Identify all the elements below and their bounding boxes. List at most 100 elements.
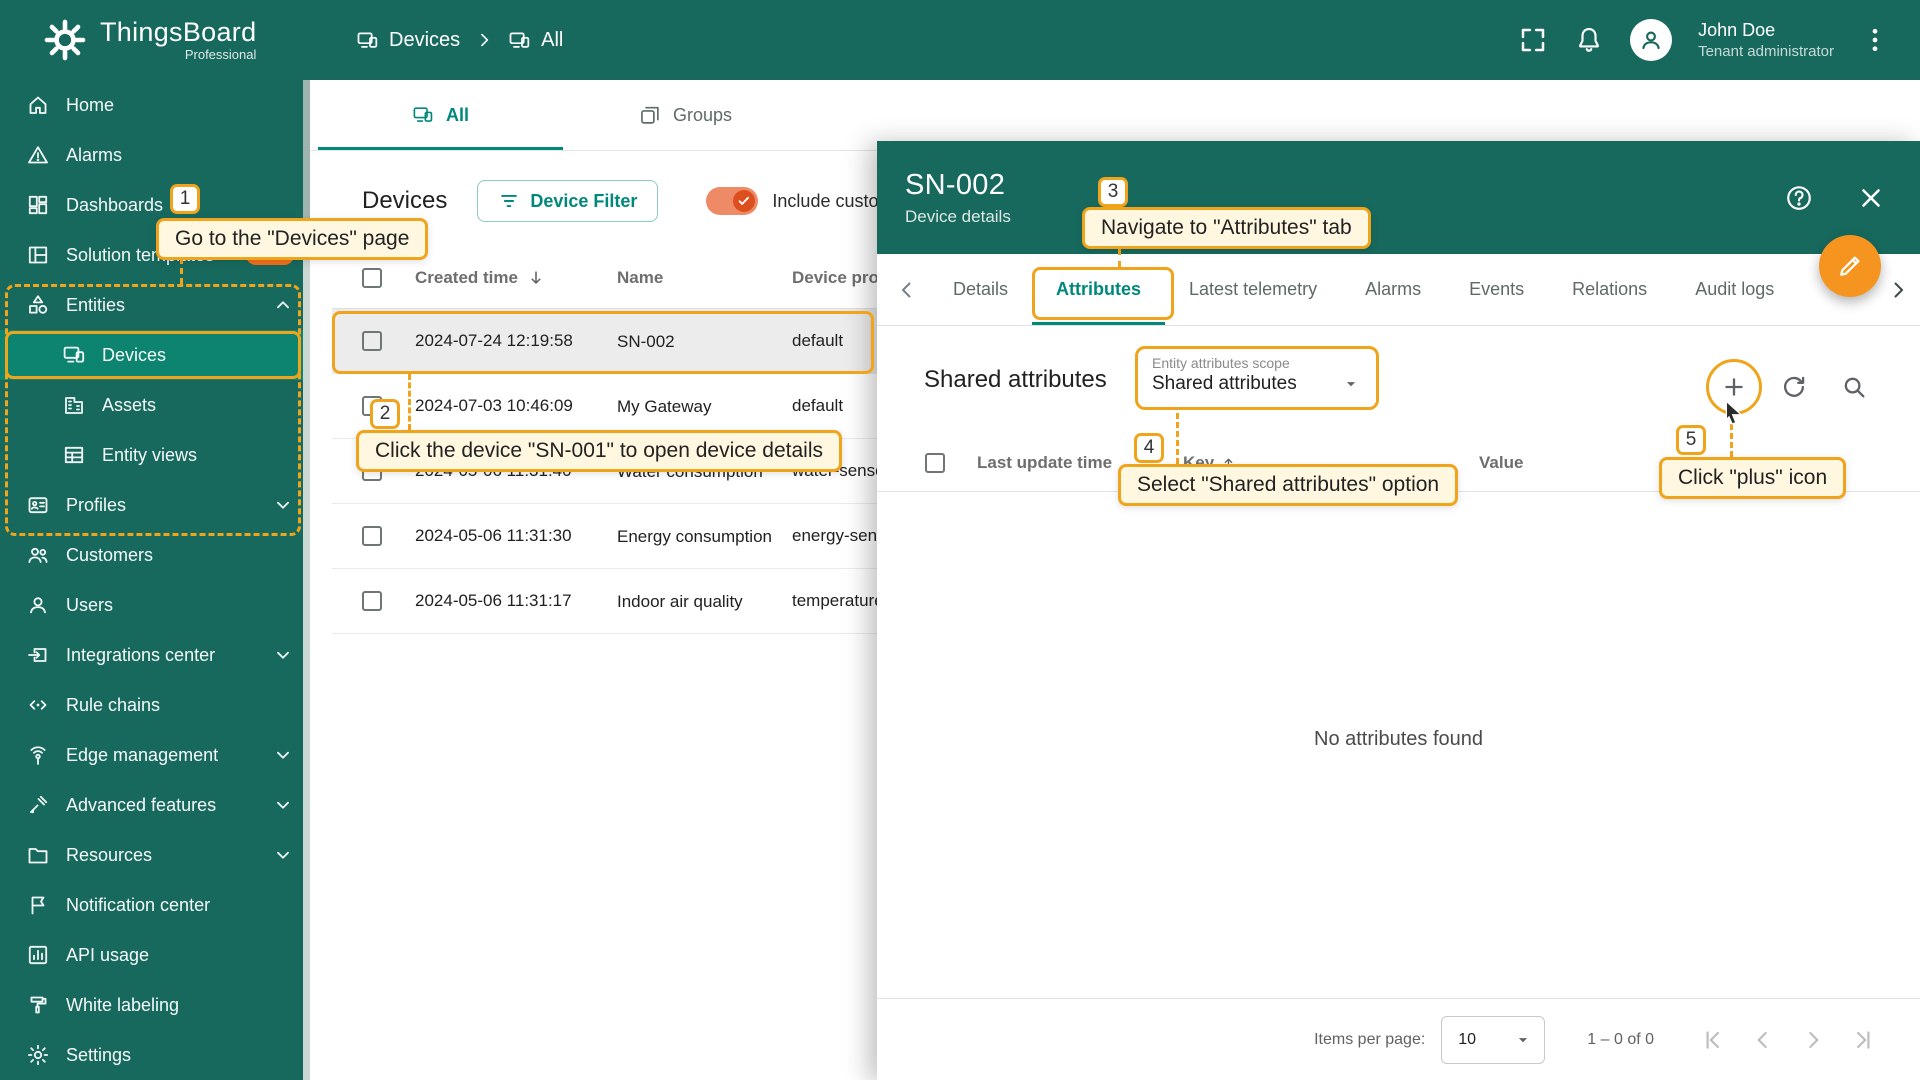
new-badge: NEW [246, 245, 294, 265]
sidebar-item-alarms[interactable]: Alarms [0, 130, 310, 180]
device-filter-button[interactable]: Device Filter [477, 180, 659, 222]
assets-icon [62, 393, 86, 417]
attributes-scope-select[interactable]: Entity attributes scope Shared attribute… [1135, 346, 1379, 410]
sidebar-item-home[interactable]: Home [0, 80, 310, 130]
toggle-thumb [733, 190, 756, 212]
tab-all[interactable]: All [318, 80, 563, 150]
sidebar-item-edge-management[interactable]: Edge management [0, 730, 310, 780]
sidebar-item-advanced-features[interactable]: Advanced features [0, 780, 310, 830]
select-all-checkbox[interactable] [362, 267, 382, 288]
cell-created-time: 2024-07-03 10:46:09 [415, 396, 573, 415]
drawer-tabs: Details Attributes Latest telemetry Alarms E… [877, 254, 1920, 326]
notification-icon [26, 893, 50, 917]
chevron-right-icon [1886, 278, 1910, 302]
next-page-button[interactable] [1800, 1027, 1826, 1053]
check-icon [737, 194, 751, 208]
column-label: Created time [415, 267, 518, 287]
settings-icon [26, 1043, 50, 1067]
more-menu-button[interactable] [1860, 25, 1890, 55]
refresh-button[interactable] [1780, 373, 1808, 401]
sidebar-item-api-usage[interactable]: API usage [0, 930, 310, 980]
row-checkbox[interactable] [362, 591, 382, 611]
sidebar-item-label: Entities [66, 294, 126, 315]
sidebar-item-customers[interactable]: Customers [0, 530, 310, 580]
drawer-tab-relations[interactable]: Relations [1548, 254, 1671, 325]
fullscreen-button[interactable] [1518, 25, 1548, 55]
sidebar-item-white-labeling[interactable]: White labeling [0, 980, 310, 1030]
search-button[interactable] [1840, 373, 1868, 401]
row-checkbox[interactable] [362, 526, 382, 546]
tabs-scroll-left[interactable] [885, 254, 929, 325]
row-checkbox[interactable] [362, 461, 382, 481]
chevron-left-icon [895, 278, 919, 302]
app-header: ThingsBoard Professional Devices All Joh… [0, 0, 1920, 80]
sidebar-item-profiles[interactable]: Profiles [0, 480, 310, 530]
tabs-scroll-right[interactable] [1876, 254, 1920, 325]
include-customers-toggle[interactable] [706, 187, 759, 215]
drawer-tab-details[interactable]: Details [929, 254, 1032, 325]
sidebar-item-resources[interactable]: Resources [0, 830, 310, 880]
sidebar-item-notification-center[interactable]: Notification center [0, 880, 310, 930]
notifications-button[interactable] [1574, 25, 1604, 55]
sidebar-item-label: Home [66, 94, 115, 115]
edit-fab[interactable] [1819, 235, 1881, 297]
device-details-drawer: SN-002 Device details Details Attributes L… [877, 141, 1920, 1080]
row-checkbox[interactable] [362, 331, 382, 351]
sidebar-item-entity-views[interactable]: Entity views [0, 430, 310, 480]
close-icon [1856, 183, 1886, 213]
drawer-tab-audit-logs[interactable]: Audit logs [1671, 254, 1798, 325]
last-page-button[interactable] [1850, 1027, 1876, 1053]
breadcrumb-devices[interactable]: Devices [356, 29, 460, 52]
paginator-range: 1 – 0 of 0 [1587, 1030, 1654, 1048]
entities-icon [26, 293, 50, 317]
column-name[interactable]: Name [617, 267, 792, 288]
users-icon [26, 593, 50, 617]
caret-down-icon [1340, 373, 1362, 395]
add-attribute-button[interactable] [1720, 373, 1748, 401]
profiles-icon [26, 493, 50, 517]
breadcrumb-all[interactable]: All [508, 29, 563, 52]
drawer-tab-latest-telemetry[interactable]: Latest telemetry [1165, 254, 1341, 325]
breadcrumb-label: All [541, 28, 564, 51]
previous-page-button[interactable] [1750, 1027, 1776, 1053]
column-key[interactable]: Key [1183, 453, 1479, 473]
attr-select-all-checkbox[interactable] [925, 453, 945, 473]
close-button[interactable] [1856, 183, 1886, 213]
sidebar-item-label: Assets [102, 394, 157, 415]
help-button[interactable] [1784, 183, 1814, 213]
sidebar-scrollbar[interactable] [303, 80, 310, 1080]
sidebar-item-label: Solution templates [66, 244, 215, 265]
sidebar-item-entities[interactable]: Entities [0, 280, 310, 330]
user-role: Tenant administrator [1698, 42, 1834, 60]
sidebar-item-label: Integrations center [66, 644, 216, 665]
sidebar-item-users[interactable]: Users [0, 580, 310, 630]
chevron-down-icon [272, 744, 294, 766]
sidebar-item-assets[interactable]: Assets [0, 380, 310, 430]
sidebar-item-integrations-center[interactable]: Integrations center [0, 630, 310, 680]
sidebar-item-dashboards[interactable]: Dashboards [0, 180, 310, 230]
sidebar-item-rule-chains[interactable]: Rule chains [0, 680, 310, 730]
tab-groups[interactable]: Groups [563, 80, 808, 150]
row-checkbox[interactable] [362, 396, 382, 416]
drawer-tab-alarms[interactable]: Alarms [1341, 254, 1445, 325]
sidebar-item-devices[interactable]: Devices [0, 330, 310, 380]
first-page-button[interactable] [1700, 1027, 1726, 1053]
caret-down-icon [1512, 1029, 1534, 1051]
scope-label: Entity attributes scope [1152, 355, 1290, 371]
column-created-time[interactable]: Created time [415, 268, 617, 288]
drawer-tab-events[interactable]: Events [1445, 254, 1548, 325]
plus-icon [1720, 373, 1748, 401]
column-last-update-time[interactable]: Last update time [977, 453, 1183, 473]
thingsboard-logo[interactable]: ThingsBoard Professional [0, 17, 310, 63]
paginator: Items per page: 10 1 – 0 of 0 [877, 998, 1920, 1080]
page-size-select[interactable]: 10 [1441, 1015, 1546, 1064]
sidebar-item-settings[interactable]: Settings [0, 1030, 310, 1080]
sidebar-scrollbar-thumb[interactable] [303, 80, 310, 260]
drawer-tab-attributes[interactable]: Attributes [1032, 254, 1166, 325]
avatar[interactable] [1630, 18, 1673, 61]
chevron-right-icon [1800, 1027, 1826, 1053]
search-icon [1840, 373, 1868, 401]
sidebar-item-label: Dashboards [66, 194, 164, 215]
sidebar-item-solution-templates[interactable]: Solution templates NEW [0, 230, 310, 280]
filter-button-label: Device Filter [530, 190, 638, 211]
